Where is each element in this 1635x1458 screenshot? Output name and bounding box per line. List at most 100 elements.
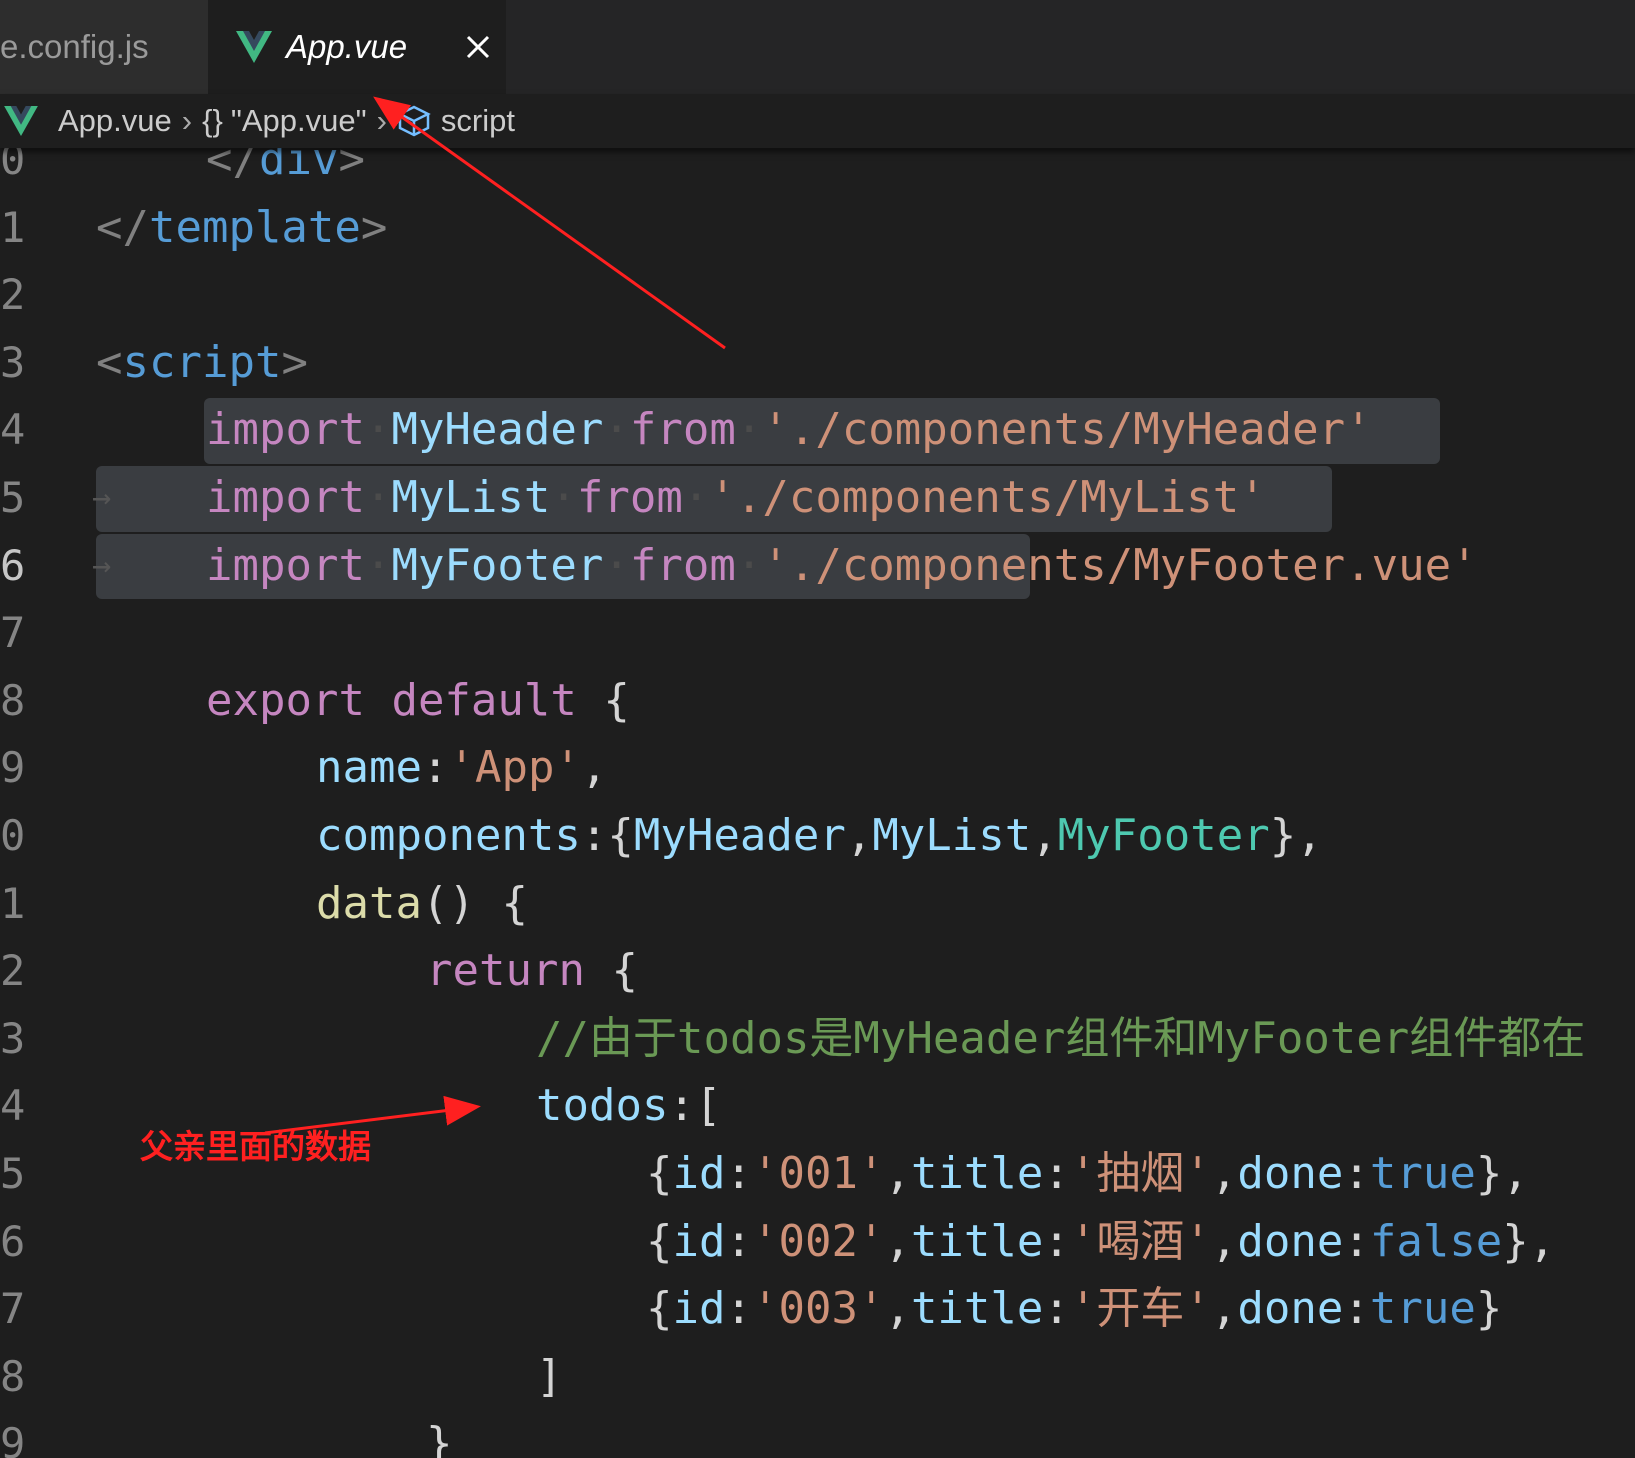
code-line[interactable]: 7 [0,599,1635,666]
code-token: title [910,1215,1044,1267]
line-number: 9 [0,743,26,793]
code-token: from [576,472,683,523]
code-line[interactable]: 2 [0,261,1635,328]
breadcrumb-file[interactable]: App.vue [0,103,172,139]
chevron-right-icon: › [181,103,193,138]
line-number: 8 [0,675,26,725]
code-token: { [584,945,638,997]
code-text: <script> [96,329,308,396]
code-token: done [1237,1215,1344,1267]
tab-config-js[interactable]: e.config.js [0,0,208,94]
line-number: 7 [0,1284,26,1334]
code-token: import [206,404,365,456]
code-token: '002' [751,1215,885,1267]
line-number: 4 [0,1081,26,1131]
code-line[interactable]: 6 {id:'002',title:'喝酒',done:false}, [0,1208,1635,1275]
code-text: ] [536,1343,563,1410]
code-token: MyFooter [391,539,604,591]
code-text: } [426,1410,453,1458]
code-token: true [1369,1148,1476,1199]
code-token: id [672,1283,726,1335]
code-token: : [725,1215,752,1267]
code-line[interactable]: 1 </template> [0,194,1635,261]
line-number: 8 [0,1351,26,1401]
line-number: 5 [0,1149,26,1198]
code-token: }, [1475,1148,1529,1199]
code-text: {id:'002',title:'喝酒',done:false}, [646,1208,1555,1275]
code-token: import [206,472,365,523]
code-token: :[ [668,1080,722,1132]
code-token: , [1210,1148,1238,1199]
code-token: } [426,1418,453,1458]
code-token: './components/MyFooter.vue' [762,539,1478,591]
line-number: 1 [0,202,26,252]
code-line[interactable]: 8] [0,1343,1635,1410]
code-line[interactable]: 5 → import·MyList·from·'./components/MyLis… [0,464,1635,532]
code-token: ] [536,1350,563,1402]
code-token: , [1210,1283,1238,1335]
code-token: script [122,336,282,388]
code-text: </div> [206,148,365,193]
code-line[interactable]: 6 → import·MyFooter·from·'./components/MyF… [0,532,1635,600]
code-token: </ [96,201,149,253]
code-token: , [845,810,873,861]
breadcrumb: App.vue › {} "App.vue" › script [0,94,1635,148]
line-number: 5 [0,473,26,522]
code-token: · [603,404,630,456]
tab-label: App.vue [286,28,408,65]
tab-app-vue[interactable]: App.vue [208,0,506,94]
code-text: todos:[ [536,1072,721,1139]
code-token: return [426,945,585,997]
breadcrumb-symbol[interactable]: script [397,103,515,139]
breadcrumb-object[interactable]: {} "App.vue" [202,103,366,139]
breadcrumb-file-label: App.vue [58,103,172,138]
code-text: import·MyList·from·'./components/MyList' [206,464,1266,531]
code-line[interactable]: 9 name:'App', [0,734,1635,801]
line-number: 6 [0,540,26,590]
code-token: : [1343,1283,1370,1335]
code-line[interactable]: 3 <script> [0,329,1635,396]
code-token: './components/MyHeader' [762,404,1372,456]
code-text: data() { [316,870,528,937]
code-token: '003' [751,1283,885,1335]
code-line[interactable]: 0 components:{MyHeader,MyList,MyFooter}, [0,802,1635,869]
code-token: : [1043,1215,1070,1267]
code-line[interactable]: 1 data() { [0,870,1635,937]
line-number: 3 [0,337,26,387]
vue-icon [4,106,38,136]
code-text: {id:'001',title:'抽烟',done:true}, [646,1140,1529,1207]
code-text: export default { [206,667,630,734]
code-token: from [629,539,736,591]
code-text: return { [426,937,638,1004]
code-token: : [1043,1283,1070,1335]
line-number: 2 [0,270,26,320]
code-token: · [364,472,392,523]
code-token: true [1369,1283,1476,1335]
code-line[interactable]: 7 {id:'003',title:'开车',done:true} [0,1275,1635,1342]
code-token: > [338,148,365,185]
code-token: '抽烟' [1069,1148,1211,1199]
code-token: //由于todos是MyHeader组件和MyFooter组件都在 [536,1012,1586,1064]
close-icon[interactable] [463,32,493,62]
line-number: 0 [0,148,26,184]
code-token: : [1343,1215,1370,1267]
code-token: template [148,201,361,253]
code-line[interactable]: 8 export default { [0,667,1635,734]
code-token: MyHeader [633,810,846,861]
code-line[interactable]: 4 import·MyHeader·from·'./components/MyHe… [0,396,1635,464]
code-line[interactable]: 2 return { [0,937,1635,1004]
code-token: MyList [872,810,1032,861]
code-line[interactable]: 9} [0,1410,1635,1458]
code-token: · [682,472,710,523]
code-token: { [646,1283,673,1335]
code-token: , [884,1283,911,1335]
code-token: './components/MyList' [709,472,1266,523]
code-token: , [1031,810,1058,861]
code-token: data [316,877,422,929]
code-token: id [672,1215,726,1267]
code-text: </template> [96,194,387,261]
code-editor[interactable]: 0 </div> 1 </template> 2 3 <script> 4 import·MyH… [0,148,1635,1458]
code-line[interactable]: 0 </div> [0,148,1635,193]
code-line[interactable]: 3 //由于todos是MyHeader组件和MyFooter组件都在 [0,1005,1635,1072]
